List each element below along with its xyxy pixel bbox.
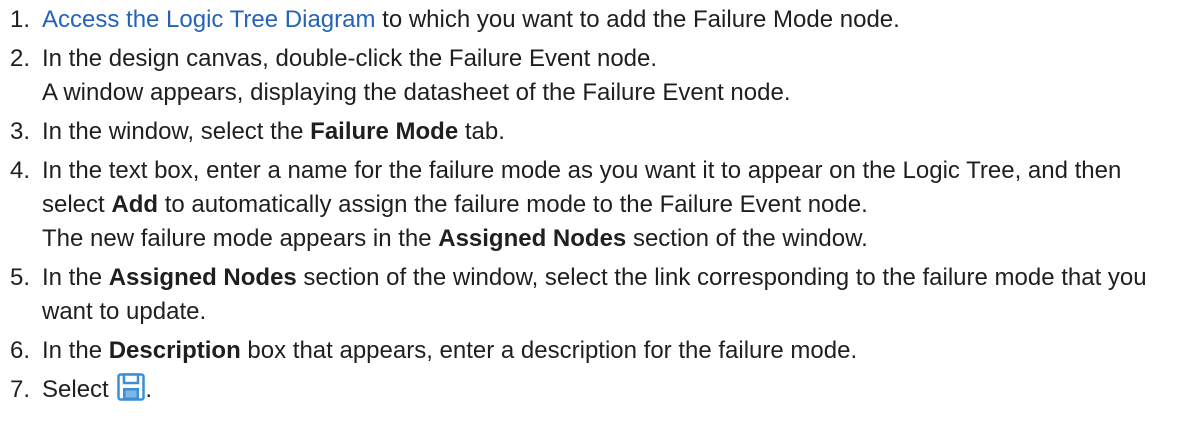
step-6: 6. In the Description box that appears, …: [10, 334, 1178, 368]
failure-mode-tab-label: Failure Mode: [310, 118, 459, 145]
step-number: 7.: [10, 376, 31, 403]
assigned-nodes-label: Assigned Nodes: [438, 225, 627, 252]
step-5: 5. In the Assigned Nodes section of the …: [10, 261, 1178, 329]
step-number: 6.: [10, 337, 31, 364]
step-number: 4.: [10, 157, 31, 184]
step-3: 3. In the window, select the Failure Mod…: [10, 115, 1178, 149]
step-text: to automatically assign the failure mode…: [158, 191, 868, 218]
step-text: to which you want to add the Failure Mod…: [375, 6, 900, 33]
step-text: In the window, select the: [42, 118, 311, 145]
step-result-text: section of the window.: [626, 225, 868, 252]
step-number: 2.: [10, 45, 31, 72]
step-result: The new failure mode appears in the Assi…: [42, 222, 1178, 256]
step-number: 1.: [10, 6, 31, 33]
add-label: Add: [111, 191, 159, 218]
step-text: Select: [42, 376, 116, 403]
save-icon: [117, 373, 146, 401]
logic-tree-diagram-link[interactable]: Access the Logic Tree Diagram: [42, 6, 375, 33]
step-text: box that appears, enter a description fo…: [240, 337, 858, 364]
step-7: 7. Select .: [10, 373, 1178, 407]
assigned-nodes-label: Assigned Nodes: [108, 264, 297, 291]
step-text: .: [145, 376, 153, 403]
procedure-steps: 1. Access the Logic Tree Diagram to whic…: [0, 0, 1178, 407]
step-4: 4. In the text box, enter a name for the…: [10, 154, 1178, 256]
step-text: tab.: [458, 118, 505, 145]
step-text: In the: [42, 337, 109, 364]
step-text: In the: [42, 264, 109, 291]
step-2: 2. In the design canvas, double-click th…: [10, 42, 1178, 110]
step-number: 3.: [10, 118, 31, 145]
step-result: A window appears, displaying the datashe…: [42, 79, 791, 106]
step-text: In the design canvas, double-click the F…: [42, 45, 658, 72]
description-label: Description: [108, 337, 241, 364]
step-number: 5.: [10, 264, 31, 291]
step-result-text: The new failure mode appears in the: [42, 225, 439, 252]
step-1: 1. Access the Logic Tree Diagram to whic…: [10, 3, 1178, 37]
